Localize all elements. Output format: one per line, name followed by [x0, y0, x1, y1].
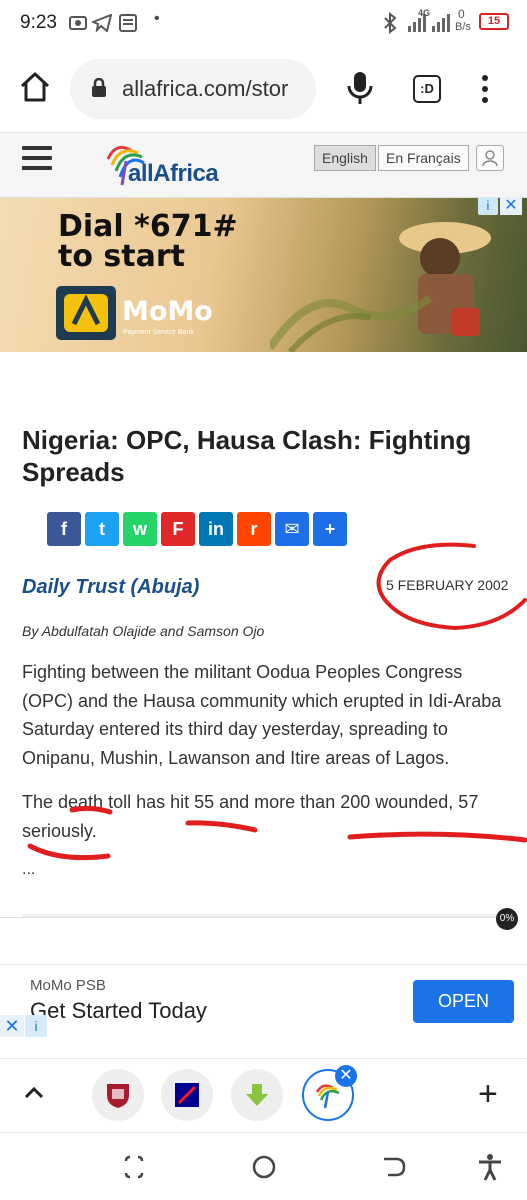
status-bar: 9:23 • 4G 0 B/s 15 [0, 0, 527, 46]
home-circle-icon[interactable] [250, 1153, 278, 1181]
recents-icon[interactable] [120, 1153, 148, 1181]
lang-french-button[interactable]: En Français [378, 145, 469, 171]
section-divider [0, 917, 510, 918]
share-email-icon[interactable]: ✉ [275, 512, 309, 546]
ad-headline-line1: Dial *671# [58, 209, 238, 244]
download-arrow-icon [246, 1084, 268, 1106]
top-ad-banner[interactable]: Dial *671# to start MoMo Payment Service… [0, 198, 527, 352]
ad-advertiser-name: MoMo PSB [30, 977, 106, 994]
photo-icon [69, 16, 87, 30]
bottom-ad-info-icon[interactable]: i [25, 1015, 47, 1037]
url-text[interactable]: allafrica.com/stor [122, 76, 288, 102]
share-linkedin-icon[interactable]: in [199, 512, 233, 546]
article-ellipsis: ... [22, 861, 36, 878]
share-flipboard-icon[interactable]: F [161, 512, 195, 546]
lang-english-button[interactable]: English [314, 145, 376, 171]
site-logo-text: allAfrica [128, 160, 219, 187]
data-unit: B/s [455, 21, 471, 33]
underline-seriously [27, 843, 111, 861]
axa-logo-icon [175, 1083, 199, 1107]
close-tab-icon[interactable]: ✕ [335, 1065, 357, 1087]
bluetooth-icon [384, 12, 397, 34]
bottom-ad-banner[interactable]: MoMo PSB Get Started Today OPEN [0, 964, 527, 1036]
shield-icon [107, 1084, 129, 1108]
share-whatsapp-icon[interactable]: w [123, 512, 157, 546]
ad-brand-sub: Payment Service Bank [123, 329, 194, 336]
microphone-icon[interactable] [346, 70, 374, 106]
share-bar: f t w Fin r ✉ + [47, 512, 347, 546]
ad-headline: Dial *671# to start [58, 212, 238, 272]
article-byline: By Abdulfatah Olajide and Samson Ojo [22, 623, 265, 639]
address-bar[interactable]: allafrica.com/stor [70, 59, 316, 119]
ad-headline-line2: to start [58, 239, 185, 274]
bottom-ad-close-icon[interactable]: ✕ [0, 1015, 24, 1037]
ad-open-button[interactable]: OPEN [413, 980, 514, 1023]
battery-icon: 15 [479, 13, 509, 30]
ad-brand: MoMo [122, 296, 213, 327]
tab-strip: ✕ + [0, 1058, 527, 1132]
ad-headline-text: Get Started Today [30, 998, 207, 1023]
share-facebook-icon[interactable]: f [47, 512, 81, 546]
tab-thumbnail-axa[interactable] [161, 1069, 213, 1121]
article-paragraph-2: The death toll has hit 55 and more than … [22, 792, 479, 841]
more-menu-icon[interactable] [478, 72, 492, 106]
network-type: 4G [418, 8, 431, 18]
article-source-link[interactable]: Daily Trust (Abuja) [22, 576, 199, 599]
user-icon [482, 150, 498, 167]
farmer-image [270, 222, 491, 352]
data-speed: 0 [458, 7, 465, 21]
ad-info-icon[interactable]: i [478, 197, 498, 215]
site-header: allAfrica English En Français [0, 132, 527, 198]
status-time: 9:23 [20, 12, 57, 33]
tab-thumbnail-harvard[interactable] [92, 1069, 144, 1121]
home-icon[interactable] [18, 70, 52, 104]
momo-logo-icon [56, 286, 116, 340]
chevron-up-icon[interactable] [22, 1083, 46, 1103]
telegram-icon [92, 14, 112, 32]
ad-close-icon[interactable]: ✕ [500, 197, 522, 215]
accessibility-icon[interactable] [476, 1153, 504, 1181]
article-date: 5 FEBRUARY 2002 [386, 577, 509, 593]
tab-switcher-button[interactable]: :D [413, 75, 441, 103]
lock-icon [92, 78, 106, 97]
news-icon [119, 14, 137, 32]
share-share-more-icon[interactable]: + [313, 512, 347, 546]
user-account-button[interactable] [476, 145, 504, 171]
share-reddit-icon[interactable]: r [237, 512, 271, 546]
article-paragraph-1: Fighting between the militant Oodua Peop… [22, 662, 502, 768]
back-icon[interactable] [380, 1153, 408, 1181]
share-twitter-icon[interactable]: t [85, 512, 119, 546]
browser-toolbar: allafrica.com/stor :D [0, 46, 527, 132]
system-nav-bar [0, 1132, 527, 1200]
scroll-progress-badge[interactable]: 0% [496, 908, 518, 930]
notification-dot-icon: • [154, 10, 160, 27]
article-title: Nigeria: OPC, Hausa Clash: Fighting Spre… [22, 425, 472, 487]
new-tab-plus-icon[interactable]: + [478, 1077, 498, 1111]
hamburger-menu-icon[interactable] [22, 146, 52, 170]
tab-thumbnail-download[interactable] [231, 1069, 283, 1121]
